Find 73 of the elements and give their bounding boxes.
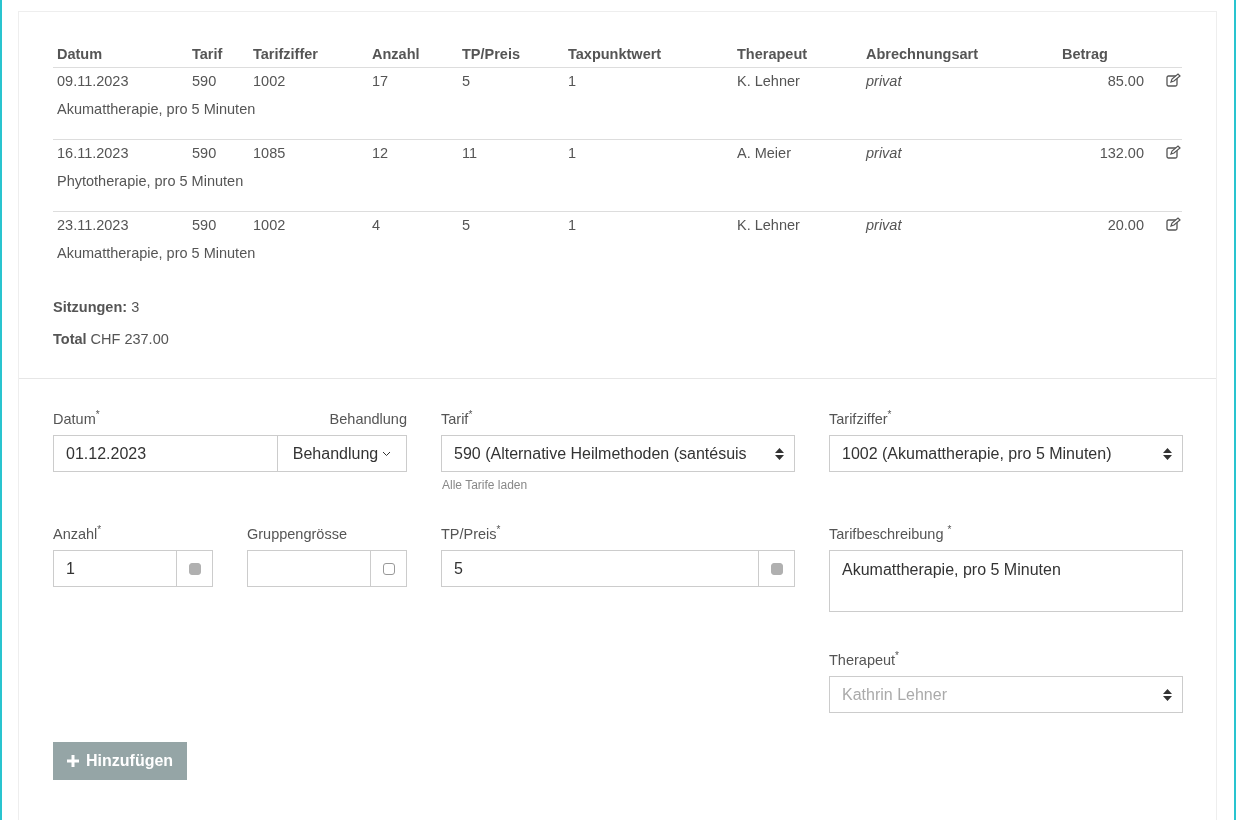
- table-cell-text: 1: [567, 145, 578, 161]
- edit-icon: [1165, 73, 1181, 87]
- column-header: TP/Preis: [461, 46, 522, 62]
- summary-text: Total CHF 237.00: [53, 331, 170, 347]
- table-cell-text: 590: [191, 73, 218, 89]
- table-cell-text: 09.11.2023: [56, 73, 130, 89]
- edit-icon: [1165, 217, 1181, 231]
- tariff-code-select[interactable]: 1002 (Akumattherapie, pro 5 Minuten): [829, 435, 1183, 472]
- column-header: Datum: [56, 46, 104, 62]
- checkbox[interactable]: [770, 562, 783, 575]
- edit-button[interactable]: [1165, 217, 1181, 233]
- sort-arrows-icon: [1163, 688, 1172, 701]
- table-cell-text: 12: [371, 145, 390, 161]
- column-header: Tarif: [191, 46, 224, 62]
- table-cell-text: 1002: [252, 217, 287, 233]
- table-cell-text: 17: [371, 73, 390, 89]
- description-textarea[interactable]: Akumattherapie, pro 5 Minuten: [829, 550, 1183, 612]
- table-cell-text: 590: [191, 217, 218, 233]
- field-label: Tarifziffer$^{*}$: [829, 411, 892, 429]
- table-cell-text: 1002: [252, 73, 287, 89]
- edit-button[interactable]: [1165, 145, 1181, 161]
- column-header: Tarifziffer: [252, 46, 319, 62]
- column-header: Betrag: [1061, 46, 1109, 62]
- treatment-description: Phytotherapie, pro 5 Minuten: [56, 173, 245, 189]
- table-cell-text: 11: [461, 145, 479, 161]
- edit-icon: [1165, 145, 1181, 159]
- column-header: Anzahl: [371, 46, 421, 62]
- table-cell-text: privat: [864, 145, 903, 161]
- field-label: Gruppengrösse: [247, 526, 347, 544]
- field-label: Therapeut$^{*}$: [829, 652, 899, 670]
- field-label: TP/Preis$^{*}$: [441, 526, 501, 544]
- quantity-field[interactable]: 1: [53, 550, 176, 587]
- treatment-dropdown[interactable]: Behandlung: [278, 435, 407, 472]
- table-cell-text: 5: [461, 217, 472, 233]
- table-cell-text: 85.00: [1106, 73, 1145, 89]
- load-tariffs-link[interactable]: Alle Tarife laden: [441, 478, 795, 492]
- table-cell-text: 1: [567, 73, 578, 89]
- table-cell-text: 1: [567, 217, 578, 233]
- table-cell-text: 5: [461, 73, 472, 89]
- table-cell-text: privat: [864, 73, 903, 89]
- table-cell-text: 4: [371, 217, 382, 233]
- field-label: Tarif$^{*}$: [441, 411, 473, 429]
- sort-arrows-icon: [1163, 447, 1172, 460]
- field-label: Anzahl$^{*}$: [53, 526, 102, 544]
- treatment-description: Akumattherapie, pro 5 Minuten: [56, 101, 257, 117]
- checkbox[interactable]: [382, 562, 395, 575]
- chevron-down-icon: [382, 450, 392, 457]
- checkbox[interactable]: [188, 562, 201, 575]
- column-header: Therapeut: [736, 46, 809, 62]
- table-cell-text: 1085: [252, 145, 287, 161]
- summary-text: Sitzungen: 3: [53, 299, 141, 315]
- table-cell-text: A. Meier: [736, 145, 792, 161]
- plus-icon: [67, 755, 79, 767]
- tariff-select[interactable]: 590 (Alternative Heilmethoden (santésuis: [441, 435, 795, 472]
- table-cell-text: 132.00: [1098, 145, 1145, 161]
- table-cell-text: 23.11.2023: [56, 217, 130, 233]
- table-cell-text: 16.11.2023: [56, 145, 130, 161]
- field-label: Tarifbeschreibung $^{*}$: [829, 526, 952, 544]
- table-cell-text: K. Lehner: [736, 73, 801, 89]
- table-cell-text: 590: [191, 145, 218, 161]
- group-size-field[interactable]: [247, 550, 370, 587]
- sort-arrows-icon: [775, 447, 784, 460]
- edit-button[interactable]: [1165, 73, 1181, 89]
- column-header: Abrechnungsart: [865, 46, 979, 62]
- table-cell-text: K. Lehner: [736, 217, 801, 233]
- table-cell-text: privat: [864, 217, 903, 233]
- price-field[interactable]: 5: [441, 550, 758, 587]
- date-input[interactable]: 01.12.2023: [53, 435, 278, 472]
- field-label: Behandlung: [329, 411, 407, 429]
- table-cell-text: 20.00: [1106, 217, 1145, 233]
- treatment-description: Akumattherapie, pro 5 Minuten: [56, 245, 257, 261]
- field-label: Datum$^{*}$: [53, 411, 100, 429]
- column-header: Taxpunktwert: [567, 46, 663, 62]
